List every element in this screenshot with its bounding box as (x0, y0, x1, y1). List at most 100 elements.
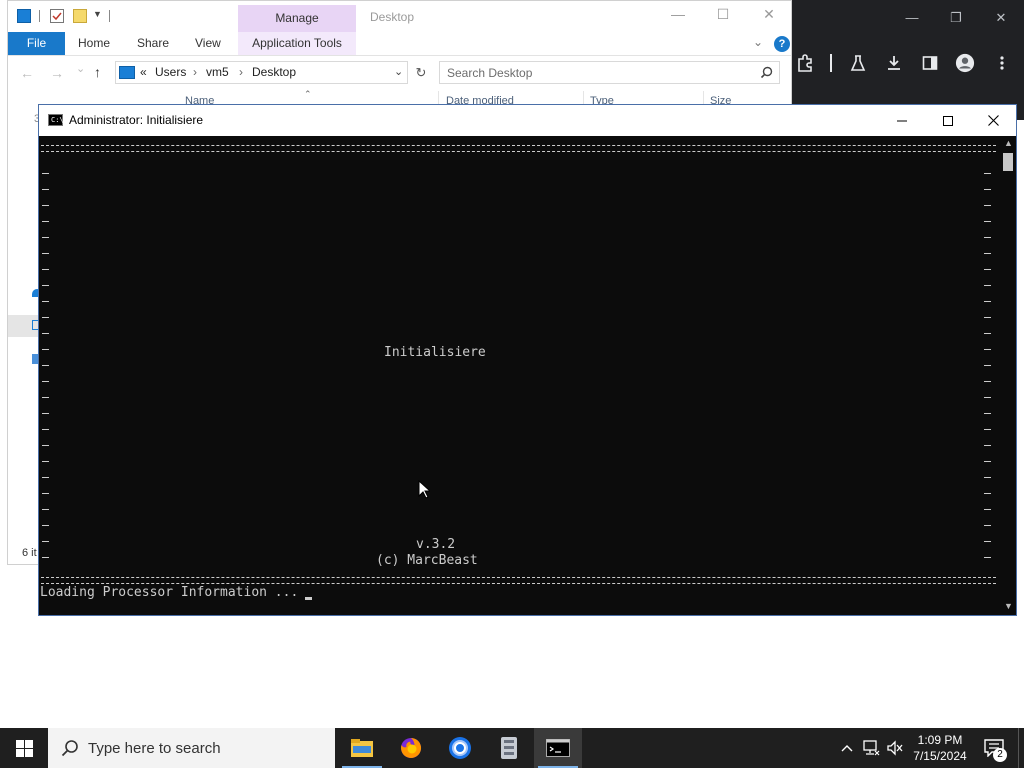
show-hidden-icons-chevron-icon[interactable] (838, 728, 856, 768)
border-dash (42, 381, 49, 382)
border-dash (984, 317, 991, 318)
border-dash (984, 189, 991, 190)
border-dash (984, 493, 991, 494)
tab-file[interactable]: File (8, 32, 65, 55)
forward-arrow-icon[interactable]: → (50, 65, 64, 81)
address-dropdown-icon[interactable]: ⌄ (394, 65, 403, 78)
more-menu-icon[interactable] (992, 53, 1012, 73)
refresh-icon[interactable]: ↻ (410, 61, 432, 84)
border-dash (42, 541, 49, 542)
help-icon[interactable]: ? (774, 36, 790, 52)
border-dash (984, 557, 991, 558)
firefox-icon (401, 737, 422, 758)
properties-icon[interactable] (50, 9, 64, 23)
search-input[interactable]: Search Desktop (439, 61, 780, 84)
tab-application-tools[interactable]: Application Tools (238, 32, 356, 55)
clock-time: 1:09 PM (917, 733, 963, 747)
download-icon[interactable] (884, 53, 904, 73)
border-dash (42, 221, 49, 222)
up-arrow-icon[interactable]: ↑ (94, 64, 101, 80)
tab-share[interactable]: Share (137, 32, 169, 55)
back-arrow-icon[interactable]: ← (20, 65, 34, 81)
cmd-title-bar[interactable]: C:\ Administrator: Initialisiere (39, 105, 1016, 136)
customize-toolbar-icon[interactable]: ▼ (93, 9, 107, 23)
labs-flask-icon[interactable] (848, 53, 868, 73)
address-bar[interactable]: « Users › vm5 › Desktop ⌄ (115, 61, 408, 84)
border-dash (42, 253, 49, 254)
border-dash (984, 397, 991, 398)
explorer-maximize-button[interactable]: ☐ (708, 6, 738, 23)
cmd-app-icon[interactable]: C:\ (48, 114, 64, 126)
console-copyright: (c) MarcBeast (376, 553, 478, 568)
archive-tool-icon (501, 737, 517, 759)
search-icon (61, 739, 79, 757)
border-dash (42, 285, 49, 286)
manage-contextual-tab[interactable]: Manage (238, 5, 356, 32)
border-dash (42, 333, 49, 334)
breadcrumb-vm5[interactable]: vm5 (206, 65, 229, 79)
border-dash (42, 445, 49, 446)
border-dash (984, 429, 991, 430)
explorer-close-button[interactable]: ✕ (754, 6, 784, 23)
system-clock[interactable]: 1:09 PM 7/15/2024 (902, 732, 978, 764)
border-dash (984, 173, 991, 174)
border-dash (42, 493, 49, 494)
taskbar-chrome[interactable] (436, 728, 484, 768)
chrome-window: — ❐ ✕ (792, 0, 1024, 120)
taskbar-archive-tool[interactable] (485, 728, 533, 768)
profile-icon[interactable] (955, 53, 975, 73)
ribbon-expand-icon[interactable]: ⌄ (753, 35, 763, 49)
border-dash (42, 317, 49, 318)
search-icon[interactable] (760, 66, 773, 79)
cmd-window-title: Administrator: Initialisiere (69, 113, 204, 127)
action-center-button[interactable] (980, 728, 1008, 768)
border-dash (42, 237, 49, 238)
border-dash (42, 189, 49, 190)
network-icon[interactable] (860, 728, 882, 768)
border-dash (984, 413, 991, 414)
chrome-minimize-button[interactable]: — (902, 10, 922, 25)
scroll-up-arrow-icon[interactable]: ▲ (1004, 138, 1013, 148)
tab-view[interactable]: View (195, 32, 221, 55)
border-dash (984, 221, 991, 222)
breadcrumb-users[interactable]: Users (155, 65, 186, 79)
cmd-maximize-button[interactable] (925, 105, 971, 136)
top-border-line-1 (41, 145, 996, 146)
border-dash (984, 253, 991, 254)
console-output[interactable]: Initialisiere v.3.2 (c) MarcBeast Loadin… (39, 136, 1000, 615)
start-button[interactable] (0, 728, 48, 768)
border-dash (984, 477, 991, 478)
new-folder-icon[interactable] (73, 9, 87, 23)
border-dash (42, 477, 49, 478)
cmd-scrollbar[interactable]: ▲ ▼ (1000, 136, 1016, 615)
command-prompt-window: C:\ Administrator: Initialisiere Initial… (38, 104, 1017, 616)
cmd-close-button[interactable] (970, 105, 1016, 136)
command-prompt-icon (546, 739, 570, 757)
scroll-down-arrow-icon[interactable]: ▼ (1004, 601, 1013, 611)
breadcrumb-desktop[interactable]: Desktop (252, 65, 296, 79)
chrome-close-button[interactable]: ✕ (991, 10, 1011, 26)
chrome-restore-button[interactable]: ❐ (946, 10, 966, 26)
console-heading: Initialisiere (384, 345, 486, 360)
side-panel-icon[interactable] (920, 53, 940, 73)
border-dash (984, 365, 991, 366)
breadcrumb-overflow[interactable]: « (140, 65, 147, 79)
tab-home[interactable]: Home (78, 32, 110, 55)
item-count-status: 6 it (22, 547, 37, 559)
cmd-minimize-button[interactable] (879, 105, 925, 136)
taskbar-search-box[interactable]: Type here to search (48, 728, 335, 768)
extensions-icon[interactable] (795, 53, 815, 73)
scroll-thumb[interactable] (1003, 153, 1013, 171)
taskbar-firefox[interactable] (387, 728, 435, 768)
border-dash (984, 525, 991, 526)
show-desktop-button[interactable] (1018, 728, 1024, 768)
explorer-app-icon[interactable] (17, 9, 31, 23)
recent-locations-icon[interactable]: ⌄ (76, 62, 85, 75)
file-explorer-icon (351, 739, 373, 757)
explorer-minimize-button[interactable]: — (663, 6, 693, 22)
taskbar-file-explorer[interactable] (338, 728, 386, 768)
border-dash (42, 413, 49, 414)
taskbar-command-prompt[interactable] (534, 728, 582, 768)
text-cursor (305, 597, 312, 600)
border-dash (42, 269, 49, 270)
